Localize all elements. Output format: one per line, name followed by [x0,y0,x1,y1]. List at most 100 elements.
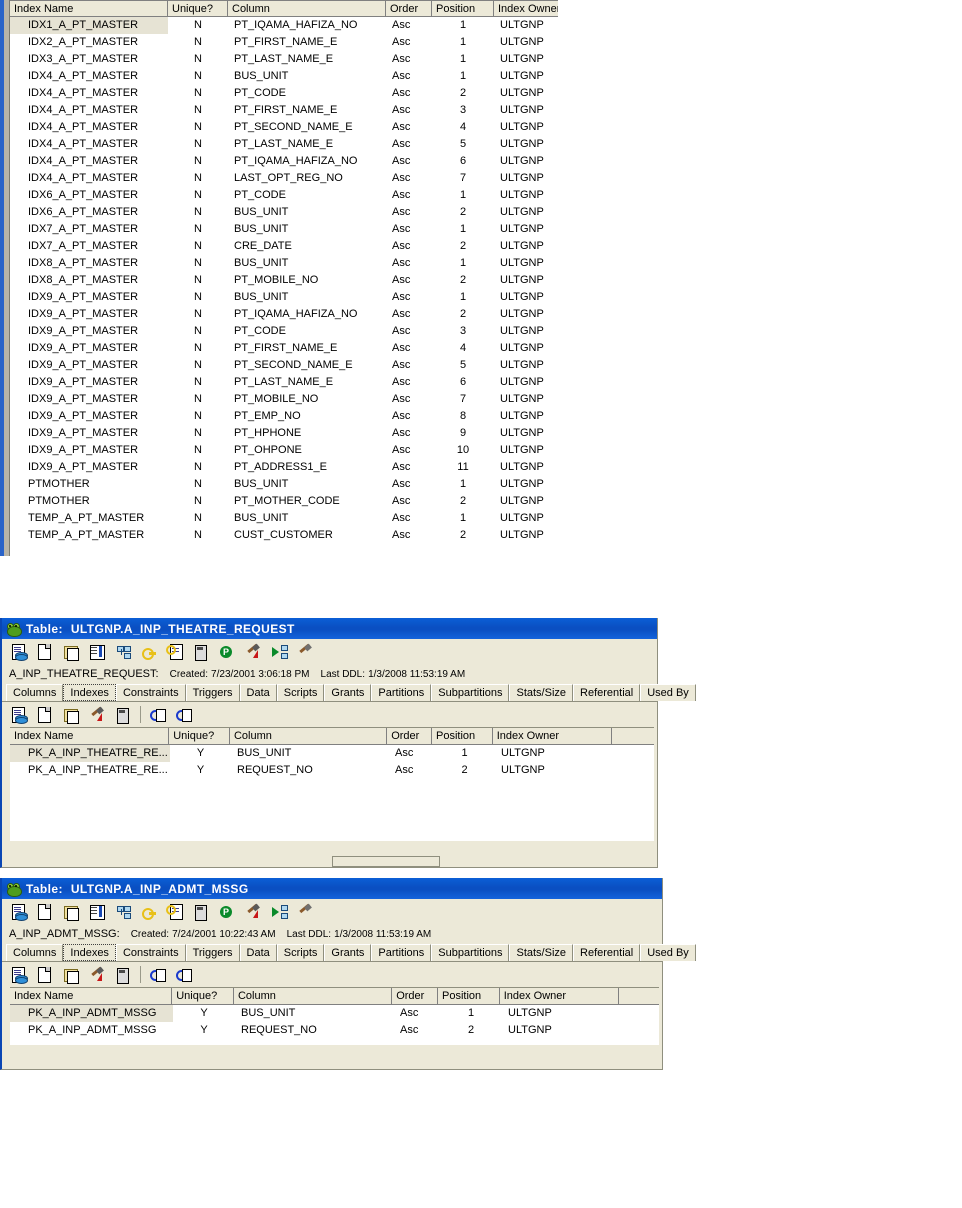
table-row[interactable]: IDX9_A_PT_MASTER N PT_IQAMA_HAFIZA_NO Asc 2 U… [10,306,558,323]
table-row[interactable]: IDX9_A_PT_MASTER N PT_LAST_NAME_E Asc 6 ULTGN… [10,374,558,391]
table-row[interactable]: IDX9_A_PT_MASTER N PT_CODE Asc 3 ULTGNP [10,323,558,340]
table-row[interactable]: PK_A_INP_THEATRE_RE... Y BUS_UNIT Asc 1 ULTGN… [10,745,654,762]
col-header-unique[interactable]: Unique? [168,1,228,16]
table-row[interactable]: IDX9_A_PT_MASTER N PT_OHPONE Asc 10 ULTGNP [10,442,558,459]
col-header-index-owner[interactable]: Index Owner [494,1,558,16]
tab-referential[interactable]: Referential [573,944,641,961]
rebuild-index-icon[interactable] [86,704,108,726]
tab-scripts[interactable]: Scripts [276,944,325,961]
table-row[interactable]: PK_A_INP_ADMT_MSSG Y BUS_UNIT Asc 1 ULTGNP [10,1005,659,1022]
columns-view-icon[interactable] [86,641,108,663]
tab-stats-size[interactable]: Stats/Size [509,944,574,961]
col-header-unique[interactable]: Unique? [172,988,234,1004]
describe-index-icon[interactable] [8,964,30,986]
tab-subpartitions[interactable]: Subpartitions [431,684,510,701]
titlebar[interactable]: Table: ULTGNP.A_INP_THEATRE_REQUEST [2,618,657,639]
table-row[interactable]: IDX4_A_PT_MASTER N PT_IQAMA_HAFIZA_NO Asc 6 U… [10,153,558,170]
explain-plan-icon[interactable]: P [216,641,238,663]
col-header-order[interactable]: Order [387,728,432,744]
cut-index-icon[interactable] [147,704,169,726]
table-row[interactable]: IDX8_A_PT_MASTER N PT_MOBILE_NO Asc 2 ULTGNP [10,272,558,289]
table-row[interactable]: IDX4_A_PT_MASTER N BUS_UNIT Asc 1 ULTGNP [10,68,558,85]
table-row[interactable]: PTMOTHER N BUS_UNIT Asc 1 ULTGNP [10,476,558,493]
columns-view-icon[interactable] [86,901,108,923]
col-header-unique[interactable]: Unique? [169,728,230,744]
tab-indexes[interactable]: Indexes [63,944,116,961]
col-header-order[interactable]: Order [386,1,432,16]
table-row[interactable]: IDX7_A_PT_MASTER N CRE_DATE Asc 2 ULTGNP [10,238,558,255]
col-header-index-name[interactable]: Index Name [10,988,173,1004]
tab-constraints[interactable]: Constraints [115,944,186,961]
rebuild-hammer-icon[interactable] [242,641,264,663]
col-header-index-owner[interactable]: Index Owner [492,728,613,744]
table-row[interactable]: IDX1_A_PT_MASTER N PT_IQAMA_HAFIZA_NO Asc 1 U… [10,17,558,34]
tab-triggers[interactable]: Triggers [185,684,240,701]
table-row[interactable]: IDX7_A_PT_MASTER N BUS_UNIT Asc 1 ULTGNP [10,221,558,238]
table-row[interactable]: IDX4_A_PT_MASTER N LAST_OPT_REG_NO Asc 7 ULTG… [10,170,558,187]
col-header-position[interactable]: Position [432,1,494,16]
table-row[interactable]: IDX4_A_PT_MASTER N PT_LAST_NAME_E Asc 5 ULTGN… [10,136,558,153]
hammer-tools-icon[interactable] [294,901,316,923]
table-row[interactable]: TEMP_A_PT_MASTER N CUST_CUSTOMER Asc 2 ULTGNP [10,527,558,544]
horizontal-scrollbar[interactable] [332,856,440,867]
hammer-tools-icon[interactable] [294,641,316,663]
tab-grants[interactable]: Grants [324,944,372,961]
er-diagram-icon[interactable] [112,901,134,923]
copy-object-icon[interactable] [60,901,82,923]
table-row[interactable]: IDX4_A_PT_MASTER N PT_CODE Asc 2 ULTGNP [10,85,558,102]
col-header-column[interactable]: Column [228,1,386,16]
key-search-icon[interactable] [138,901,160,923]
calculator-icon[interactable] [112,964,134,986]
col-header-order[interactable]: Order [392,988,438,1004]
dependency-tree-icon[interactable] [268,901,290,923]
copy-index-icon[interactable] [60,704,82,726]
analyze-table-icon[interactable] [164,641,186,663]
tab-stats-size[interactable]: Stats/Size [509,684,574,701]
col-header-position[interactable]: Position [432,728,493,744]
col-header-index-owner[interactable]: Index Owner [499,988,620,1004]
describe-index-icon[interactable] [8,704,30,726]
rebuild-hammer-icon[interactable] [242,901,264,923]
col-header-index-name[interactable]: Index Name [10,728,170,744]
tab-constraints[interactable]: Constraints [115,684,186,701]
table-row[interactable]: IDX4_A_PT_MASTER N PT_FIRST_NAME_E Asc 3 ULTG… [10,102,558,119]
table-row[interactable]: IDX2_A_PT_MASTER N PT_FIRST_NAME_E Asc 1 ULTG… [10,34,558,51]
col-header-index-name[interactable]: Index Name [10,1,168,16]
tab-grants[interactable]: Grants [324,684,372,701]
tab-partitions[interactable]: Partitions [371,684,432,701]
cut-index-icon[interactable] [147,964,169,986]
calculator-icon[interactable] [190,641,212,663]
tab-indexes[interactable]: Indexes [63,684,116,701]
new-index-icon[interactable] [34,704,56,726]
er-diagram-icon[interactable] [112,641,134,663]
table-row[interactable]: IDX9_A_PT_MASTER N PT_HPHONE Asc 9 ULTGNP [10,425,558,442]
key-search-icon[interactable] [138,641,160,663]
new-document-icon[interactable] [34,901,56,923]
paste-index-icon[interactable] [173,964,195,986]
calculator-icon[interactable] [190,901,212,923]
describe-table-icon[interactable] [8,901,30,923]
tab-partitions[interactable]: Partitions [371,944,432,961]
tab-data[interactable]: Data [239,684,277,701]
table-row[interactable]: IDX3_A_PT_MASTER N PT_LAST_NAME_E Asc 1 ULTGN… [10,51,558,68]
table-row[interactable]: IDX9_A_PT_MASTER N BUS_UNIT Asc 1 ULTGNP [10,289,558,306]
table-row[interactable]: IDX8_A_PT_MASTER N BUS_UNIT Asc 1 ULTGNP [10,255,558,272]
table-row[interactable]: TEMP_A_PT_MASTER N BUS_UNIT Asc 1 ULTGNP [10,510,558,527]
col-header-column[interactable]: Column [233,988,393,1004]
copy-index-icon[interactable] [60,964,82,986]
new-document-icon[interactable] [34,641,56,663]
explain-plan-icon[interactable]: P [216,901,238,923]
tab-data[interactable]: Data [239,944,277,961]
analyze-table-icon[interactable] [164,901,186,923]
tab-scripts[interactable]: Scripts [276,684,325,701]
dependency-tree-icon[interactable] [268,641,290,663]
tab-used-by[interactable]: Used By [640,944,696,961]
table-row[interactable]: PK_A_INP_ADMT_MSSG Y REQUEST_NO Asc 2 ULTGNP [10,1022,659,1039]
tab-referential[interactable]: Referential [573,684,641,701]
new-index-icon[interactable] [34,964,56,986]
describe-table-icon[interactable] [8,641,30,663]
copy-object-icon[interactable] [60,641,82,663]
tab-used-by[interactable]: Used By [640,684,696,701]
tab-triggers[interactable]: Triggers [185,944,240,961]
titlebar[interactable]: Table: ULTGNP.A_INP_ADMT_MSSG [2,878,662,899]
